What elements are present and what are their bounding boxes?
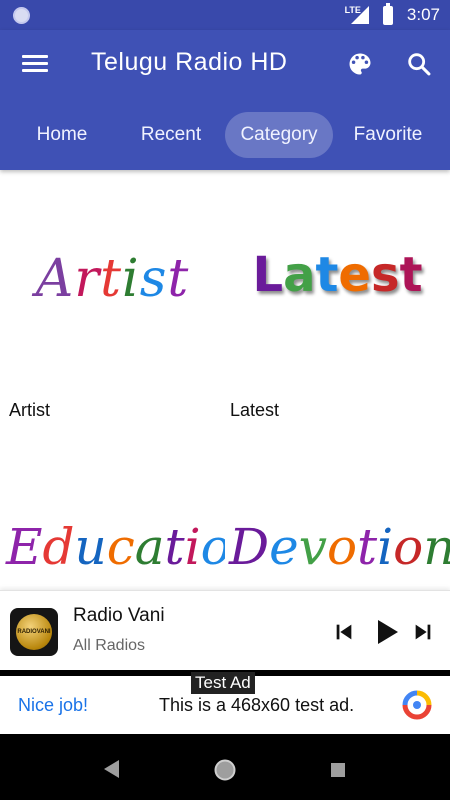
art-letter: t (357, 518, 378, 576)
category-item-devotion[interactable]: Devotion (225, 492, 450, 590)
skip-next-icon[interactable] (412, 621, 434, 643)
category-grid: Artist Artist Latest Latest Education De… (0, 172, 450, 590)
art-letter: i (377, 518, 394, 576)
art-letter: L (252, 247, 284, 303)
art-letter: t (167, 249, 190, 309)
status-indicators: LTE 3:07 (344, 2, 440, 26)
play-icon[interactable] (370, 616, 402, 648)
art-letter: e (338, 247, 371, 303)
education-art-text: Education (6, 518, 225, 576)
art-letter: a (283, 247, 316, 303)
menu-icon[interactable] (22, 52, 48, 74)
notification-icon (13, 7, 30, 24)
station-logo-disc: RADIOVANI (16, 614, 52, 650)
category-label-artist: Artist (9, 400, 51, 420)
ad-headline[interactable]: Nice job! (18, 695, 88, 716)
ad-banner[interactable]: Test Ad Nice job! This is a 468x60 test … (0, 672, 450, 734)
art-letter: E (6, 518, 43, 576)
art-letter: r (74, 249, 101, 309)
battery-icon (382, 2, 393, 25)
art-letter: e (269, 518, 299, 576)
back-icon[interactable] (102, 759, 120, 779)
art-letter: s (370, 247, 400, 303)
search-icon[interactable] (405, 50, 433, 78)
station-group: All Radios (73, 637, 146, 654)
art-letter: n (423, 518, 450, 576)
art-letter: t (100, 249, 123, 309)
devotion-art-text: Devotion (229, 518, 450, 576)
category-label-latest: Latest (230, 400, 280, 420)
app-title: Telugu Radio HD (91, 48, 288, 76)
art-letter: o (393, 518, 424, 576)
artist-art-text: Artist (36, 249, 190, 309)
station-logo: RADIOVANI (10, 608, 58, 656)
ad-brand-icon[interactable] (402, 690, 432, 720)
art-letter: t (315, 247, 339, 303)
system-nav-bar (0, 734, 450, 800)
art-letter: a (134, 518, 165, 576)
home-icon[interactable] (213, 758, 237, 782)
status-time: 3:07 (406, 5, 440, 24)
app-bar: Telugu Radio HD Home Recent Category Fav… (0, 30, 450, 170)
tab-favorite[interactable]: Favorite (341, 112, 435, 158)
skip-previous-icon[interactable] (333, 621, 355, 643)
tab-bar: Home Recent Category Favorite (0, 112, 450, 158)
tab-recent[interactable]: Recent (125, 112, 217, 158)
category-item-artist[interactable]: Artist Artist (0, 172, 225, 422)
tab-home[interactable]: Home (17, 112, 107, 158)
category-image-latest: Latest (225, 230, 450, 320)
art-letter: t (399, 247, 423, 303)
art-letter: t (164, 518, 185, 576)
now-playing-bar[interactable]: RADIOVANI Radio Vani All Radios (0, 590, 450, 670)
art-letter: v (298, 518, 327, 576)
art-letter: s (139, 249, 168, 309)
tab-category[interactable]: Category (225, 112, 333, 158)
art-letter: D (229, 518, 270, 576)
art-letter: i (184, 518, 201, 576)
category-image-devotion: Devotion (225, 502, 450, 590)
status-bar: LTE 3:07 (0, 0, 450, 30)
category-item-education[interactable]: Education (0, 492, 225, 590)
recents-icon[interactable] (330, 762, 346, 778)
art-letter: u (74, 518, 107, 576)
art-letter: o (326, 518, 358, 576)
category-item-latest[interactable]: Latest Latest (225, 172, 450, 422)
network-type: LTE (344, 4, 361, 15)
art-letter: o (201, 518, 225, 576)
ad-body: This is a 468x60 test ad. (159, 695, 355, 715)
art-letter: d (42, 518, 75, 576)
ad-tag: Test Ad (191, 672, 255, 694)
palette-icon[interactable] (346, 50, 374, 78)
art-letter: i (122, 249, 140, 309)
art-letter: c (106, 518, 135, 576)
category-image-artist: Artist (0, 234, 225, 324)
station-name: Radio Vani (73, 605, 165, 626)
latest-art-text: Latest (252, 247, 422, 303)
art-letter: A (35, 249, 75, 309)
category-image-education: Education (0, 502, 225, 590)
